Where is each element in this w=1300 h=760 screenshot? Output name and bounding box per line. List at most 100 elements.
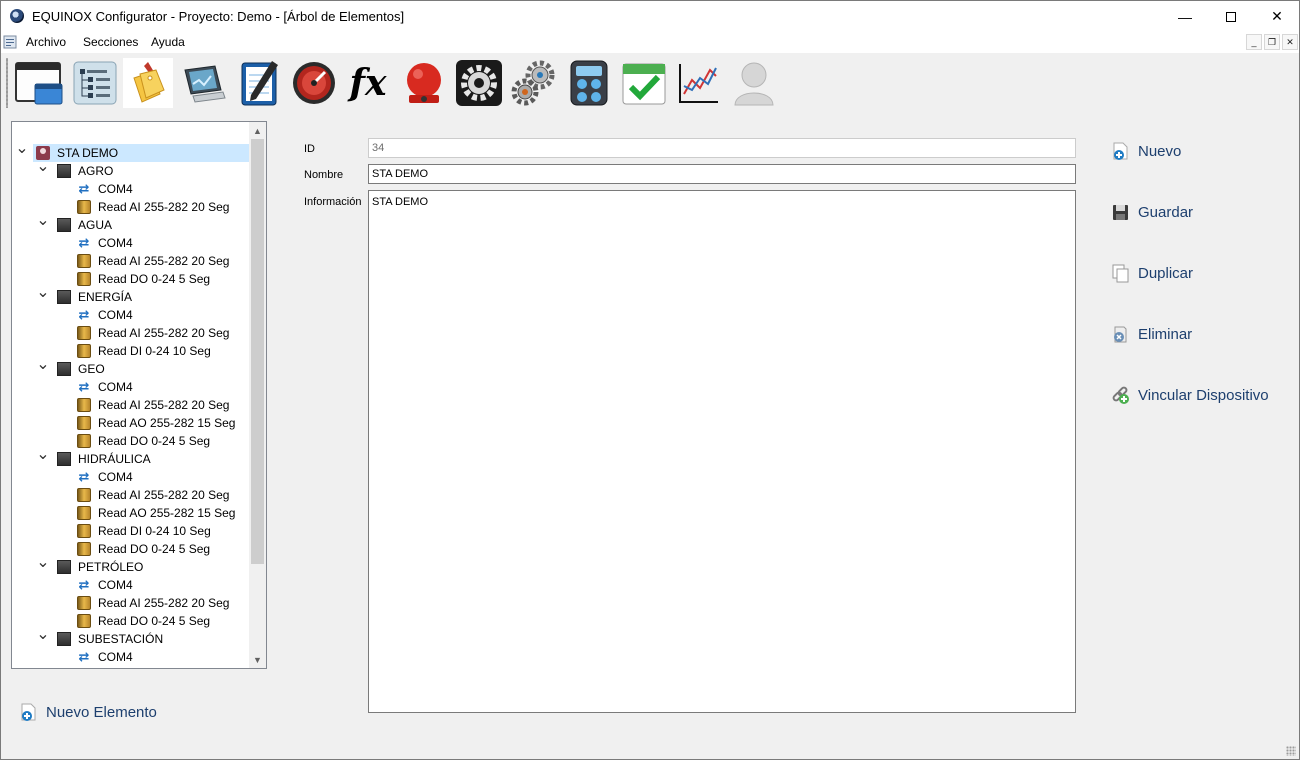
toolbar-windows-button[interactable] [14, 58, 64, 108]
tree-node[interactable]: ⌄ AGUA [12, 212, 248, 234]
tree-node[interactable]: ⇄ COM4 [12, 648, 248, 666]
group-box-icon [57, 632, 71, 646]
tree-node[interactable]: ⌄ SUBESTACIÓN [12, 626, 248, 648]
tree-node[interactable]: ⇄ COM4 [12, 468, 248, 486]
tree-node[interactable]: ⌄ GEO [12, 356, 248, 378]
tree-node[interactable]: ⌄ ENERGÍA [12, 284, 248, 306]
tree-node[interactable]: Read AI 255-282 20 Seg [12, 396, 248, 414]
mdi-close-button[interactable]: ✕ [1282, 34, 1298, 50]
vincular-label: Vincular Dispositivo [1138, 386, 1269, 404]
nuevo-elemento-label: Nuevo Elemento [46, 703, 157, 721]
tree-node-label: GEO [78, 362, 105, 376]
tree-node[interactable]: Read AI 255-282 20 Seg [12, 486, 248, 504]
informacion-textarea[interactable]: STA DEMO [368, 190, 1076, 713]
tree-node[interactable]: ⇄ COM4 [12, 234, 248, 252]
tree-node[interactable]: Read AI 255-282 20 Seg [12, 324, 248, 342]
maximize-icon [1226, 11, 1236, 22]
duplicar-button[interactable]: Duplicar [1111, 261, 1193, 285]
tree-node-label: HIDRÁULICA [78, 452, 151, 466]
toolbar-gears-button[interactable] [509, 58, 559, 108]
user-icon [734, 62, 774, 106]
tree-node-label: PETRÓLEO [78, 560, 144, 574]
eliminar-button[interactable]: Eliminar [1111, 322, 1192, 346]
minimize-button[interactable]: — [1162, 1, 1208, 32]
toolbar-chart-button[interactable] [674, 58, 724, 108]
tree-node[interactable]: Read AO 255-282 15 Seg [12, 414, 248, 432]
save-icon [1113, 204, 1128, 220]
toolbar-tree-button[interactable] [70, 58, 120, 108]
toolbar-calendar-button[interactable] [619, 58, 669, 108]
tree-node[interactable]: Read AI 255-282 20 Seg [12, 252, 248, 270]
expand-chevron-icon[interactable]: ⌄ [36, 446, 49, 464]
close-button[interactable]: ✕ [1254, 1, 1300, 32]
maximize-button[interactable] [1208, 1, 1254, 32]
tree-scrollbar[interactable]: ▲ ▼ [249, 122, 266, 668]
tree-node-label: COM4 [98, 236, 133, 250]
scrollbar-thumb[interactable] [251, 139, 264, 564]
nuevo-elemento-button[interactable]: Nuevo Elemento [19, 700, 157, 724]
group-box-icon [57, 362, 71, 376]
vincular-dispositivo-button[interactable]: Vincular Dispositivo [1111, 383, 1269, 407]
alarm-bell-icon [407, 63, 441, 103]
expand-chevron-icon[interactable]: ⌄ [36, 212, 49, 230]
expand-chevron-icon[interactable]: ⌄ [15, 140, 28, 158]
toolbar-monitor-button[interactable] [179, 58, 229, 108]
group-box-icon [57, 164, 71, 178]
expand-chevron-icon[interactable]: ⌄ [36, 158, 49, 176]
read-task-icon [77, 434, 91, 448]
group-box-icon [57, 452, 71, 466]
tree-node[interactable]: ⌄ HIDRÁULICA [12, 446, 248, 468]
tree-node[interactable]: ⌄ PETRÓLEO [12, 554, 248, 576]
tree-node-label: AGRO [78, 164, 114, 178]
toolbar-gauge-button[interactable] [289, 58, 339, 108]
calculator-icon [570, 60, 608, 106]
tree-node[interactable]: ⌄ AGRO [12, 158, 248, 180]
mdi-document-icon[interactable] [3, 35, 17, 49]
tree-node-label: Read AO 255-282 15 Seg [98, 416, 236, 430]
resize-grip-icon[interactable] [1286, 746, 1296, 756]
toolbar-alarm-button[interactable] [399, 58, 449, 108]
guardar-label: Guardar [1138, 203, 1194, 221]
scroll-up-icon[interactable]: ▲ [249, 122, 266, 139]
toolbar-tags-button[interactable] [123, 58, 173, 108]
mdi-minimize-button[interactable]: _ [1246, 34, 1262, 50]
tags-icon [133, 62, 165, 103]
tree-node[interactable]: Read AO 255-282 15 Seg [12, 504, 248, 522]
tree-node[interactable]: Read AI 255-282 20 Seg [12, 594, 248, 612]
menu-archivo[interactable]: Archivo [26, 35, 66, 49]
guardar-button[interactable]: Guardar [1111, 200, 1193, 224]
nuevo-button[interactable]: Nuevo [1111, 139, 1181, 163]
toolbar-settings-button[interactable] [454, 58, 504, 108]
menu-bar: Archivo Secciones Ayuda _ ❐ ✕ [1, 32, 1299, 53]
tree-node[interactable]: ⇄ COM4 [12, 306, 248, 324]
expand-chevron-icon[interactable]: ⌄ [36, 626, 49, 644]
nombre-label: Nombre [304, 169, 344, 181]
nombre-field[interactable]: STA DEMO [368, 164, 1076, 184]
toolbar-notepad-button[interactable] [234, 58, 284, 108]
toolbar-calculator-button[interactable] [564, 58, 614, 108]
toolbar-grip[interactable] [6, 58, 8, 108]
tree-node[interactable]: ⇄ COM4 [12, 576, 248, 594]
element-tree[interactable]: ⌄ STA DEMO ⌄ AGRO ⇄ COM4 Read AI 255-282 20 Se… [11, 121, 267, 669]
tree-node-label: Read AI 255-282 20 Seg [98, 326, 230, 340]
expand-chevron-icon[interactable]: ⌄ [36, 356, 49, 374]
toolbar-user-button[interactable] [729, 58, 779, 108]
tree-node[interactable]: ⇄ COM4 [12, 378, 248, 396]
line-chart-icon [679, 64, 718, 103]
scroll-down-icon[interactable]: ▼ [249, 651, 266, 668]
expand-chevron-icon[interactable]: ⌄ [36, 554, 49, 572]
tree-node[interactable]: ⌄ STA DEMO [15, 140, 249, 162]
tree-node[interactable]: ⇄ COM4 [12, 180, 248, 198]
read-task-icon [77, 542, 91, 556]
expand-chevron-icon[interactable]: ⌄ [36, 284, 49, 302]
toolbar-function-button[interactable]: fx [343, 58, 393, 108]
tree-node[interactable]: Read DI 0-24 10 Seg [12, 522, 248, 540]
tree-node-label: COM4 [98, 578, 133, 592]
menu-secciones[interactable]: Secciones [83, 35, 138, 49]
gears-icon [511, 60, 555, 106]
tree-node-label: AGUA [78, 218, 113, 232]
window-icon [15, 62, 63, 105]
mdi-restore-button[interactable]: ❐ [1264, 34, 1280, 50]
menu-ayuda[interactable]: Ayuda [151, 35, 185, 49]
com-port-icon: ⇄ [78, 235, 90, 250]
